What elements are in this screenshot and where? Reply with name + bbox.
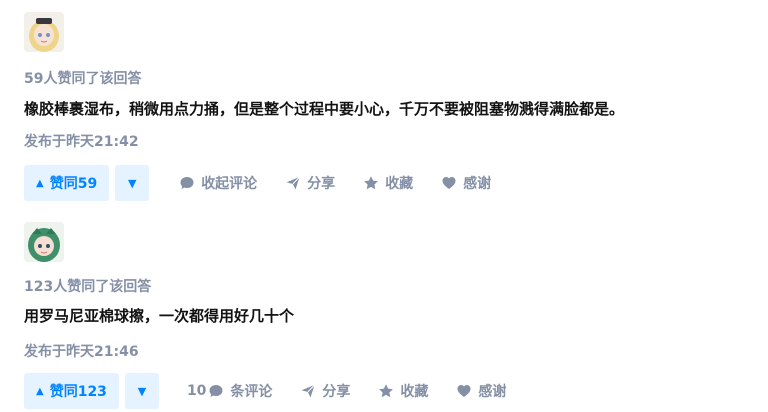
thank-button[interactable]: 感谢 — [441, 173, 491, 193]
comment-button[interactable]: 收起评论 — [179, 173, 257, 193]
avatar[interactable] — [24, 12, 64, 52]
collect-button[interactable]: 收藏 — [378, 381, 428, 401]
paper-plane-icon — [301, 384, 316, 398]
vote-down-button[interactable]: ▼ — [124, 373, 159, 409]
action-bar: ▲ 赞同59 ▼ 收起评论 分享 收藏 感谢 — [24, 165, 491, 201]
heart-icon — [457, 385, 471, 397]
comment-label: 收起评论 — [201, 176, 258, 192]
paper-plane-icon — [286, 176, 301, 190]
comment-bubble-icon — [180, 177, 194, 189]
answer-item: 123人赞同了该回答 用罗马尼亚棉球擦，一次都得用好几十个 发布于昨天21:46… — [0, 214, 768, 412]
publish-time[interactable]: 发布于昨天21:42 — [24, 131, 139, 151]
thank-label: 感谢 — [478, 384, 507, 400]
answer-content: 橡胶棒裹湿布，稍微用点力捅，但是整个过程中要小心，千万不要被阻塞物溅得满脸都是。 — [24, 100, 625, 118]
comment-bubble-icon — [209, 385, 223, 397]
star-icon — [379, 384, 394, 398]
vote-down-button[interactable]: ▼ — [115, 165, 150, 201]
share-button[interactable]: 分享 — [300, 381, 350, 401]
vote-up-button[interactable]: ▲ 赞同123 — [24, 373, 119, 409]
avatar[interactable] — [24, 222, 64, 262]
action-bar: ▲ 赞同123 ▼ 10 条评论 分享 收藏 感谢 — [24, 373, 506, 409]
collect-label: 收藏 — [400, 384, 429, 400]
star-icon — [364, 176, 379, 190]
answer-content: 用罗马尼亚棉球擦，一次都得用好几十个 — [24, 307, 295, 325]
answer-feed: 59人赞同了该回答 橡胶棒裹湿布，稍微用点力捅，但是整个过程中要小心，千万不要被… — [0, 0, 768, 412]
triangle-up-icon: ▲ — [36, 177, 44, 189]
triangle-down-icon: ▼ — [137, 384, 147, 398]
collect-label: 收藏 — [385, 176, 414, 192]
collect-button[interactable]: 收藏 — [363, 173, 413, 193]
triangle-down-icon: ▼ — [127, 176, 137, 190]
comment-count: 10 — [186, 383, 207, 399]
share-button[interactable]: 分享 — [285, 173, 335, 193]
triangle-up-icon: ▲ — [36, 385, 44, 397]
answer-item: 59人赞同了该回答 橡胶棒裹湿布，稍微用点力捅，但是整个过程中要小心，千万不要被… — [0, 0, 768, 214]
share-label: 分享 — [322, 384, 351, 400]
comment-button[interactable]: 10 条评论 — [187, 381, 272, 401]
thank-label: 感谢 — [463, 176, 492, 192]
publish-time[interactable]: 发布于昨天21:46 — [24, 341, 139, 361]
vote-up-button[interactable]: ▲ 赞同59 — [24, 165, 110, 201]
share-label: 分享 — [307, 176, 336, 192]
heart-icon — [442, 177, 456, 189]
vote-up-label: 赞同123 — [49, 384, 107, 400]
vote-up-label: 赞同59 — [49, 176, 98, 192]
comment-label: 条评论 — [230, 384, 273, 400]
vote-count-text: 123人赞同了该回答 — [24, 279, 152, 295]
thank-button[interactable]: 感谢 — [456, 381, 506, 401]
vote-count-text: 59人赞同了该回答 — [24, 71, 142, 87]
